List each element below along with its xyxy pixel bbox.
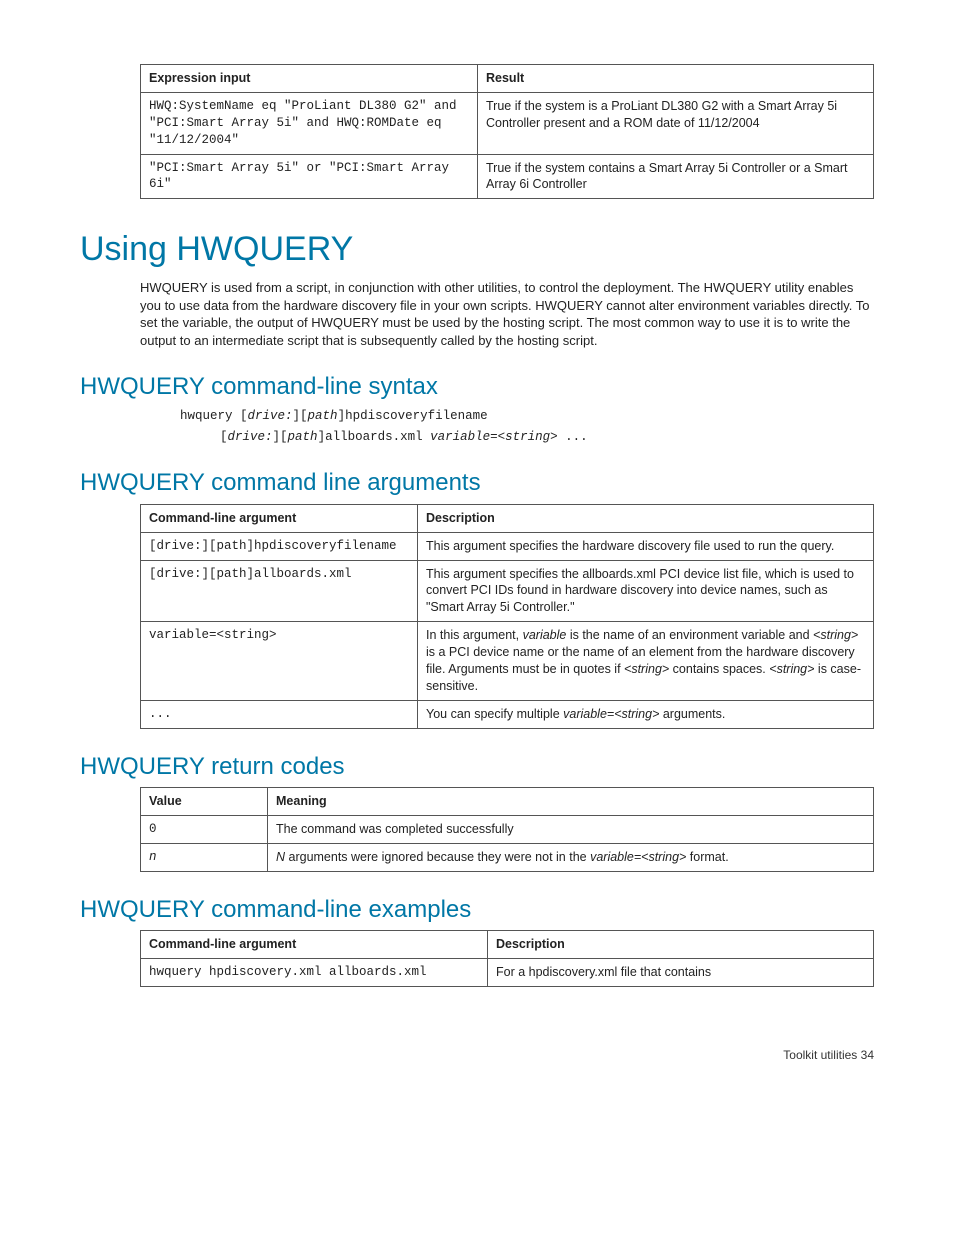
th-value: Value [141, 788, 268, 816]
expr-input: HWQ:SystemName eq "ProLiant DL380 G2" an… [141, 92, 478, 154]
heading-examples: HWQUERY command-line examples [80, 894, 874, 926]
page-footer: Toolkit utilities 34 [80, 1047, 874, 1063]
syntax-line-1: hwquery [drive:][path]hpdiscoveryfilenam… [180, 408, 874, 425]
intro-paragraph: HWQUERY is used from a script, in conjun… [140, 279, 874, 349]
heading-args: HWQUERY command line arguments [80, 467, 874, 499]
arg-desc: In this argument, variable is the name o… [418, 622, 874, 701]
table-row: [drive:][path]hpdiscoveryfilename This a… [141, 532, 874, 560]
table-row: "PCI:Smart Array 5i" or "PCI:Smart Array… [141, 154, 874, 199]
expr-result: True if the system is a ProLiant DL380 G… [478, 92, 874, 154]
return-codes-table: Value Meaning 0 The command was complete… [140, 787, 874, 872]
th-meaning: Meaning [268, 788, 874, 816]
th-arg: Command-line argument [141, 504, 418, 532]
heading-using-hwquery: Using HWQUERY [80, 227, 874, 273]
table-row: hwquery hpdiscovery.xml allboards.xml Fo… [141, 958, 874, 986]
expressions-table: Expression input Result HWQ:SystemName e… [140, 64, 874, 199]
heading-syntax: HWQUERY command-line syntax [80, 371, 874, 403]
th-ex-arg: Command-line argument [141, 931, 488, 959]
return-value: 0 [141, 815, 268, 843]
arg-name: variable=<string> [141, 622, 418, 701]
return-value: n [141, 843, 268, 871]
table-row: ... You can specify multiple variable=<s… [141, 700, 874, 728]
th-desc: Description [418, 504, 874, 532]
arg-name: [drive:][path]hpdiscoveryfilename [141, 532, 418, 560]
return-meaning: N arguments were ignored because they we… [268, 843, 874, 871]
syntax-line-2: [drive:][path]allboards.xml variable=<st… [220, 429, 874, 446]
arg-desc: You can specify multiple variable=<strin… [418, 700, 874, 728]
arguments-table: Command-line argument Description [drive… [140, 504, 874, 729]
arg-name: ... [141, 700, 418, 728]
return-meaning: The command was completed successfully [268, 815, 874, 843]
arg-desc: This argument specifies the hardware dis… [418, 532, 874, 560]
table-row: HWQ:SystemName eq "ProLiant DL380 G2" an… [141, 92, 874, 154]
expr-input: "PCI:Smart Array 5i" or "PCI:Smart Array… [141, 154, 478, 199]
examples-table: Command-line argument Description hwquer… [140, 930, 874, 987]
ex-arg: hwquery hpdiscovery.xml allboards.xml [141, 958, 488, 986]
table-row: n N arguments were ignored because they … [141, 843, 874, 871]
expr-result: True if the system contains a Smart Arra… [478, 154, 874, 199]
th-expr-input: Expression input [141, 65, 478, 93]
heading-return-codes: HWQUERY return codes [80, 751, 874, 783]
table-row: 0 The command was completed successfully [141, 815, 874, 843]
arg-name: [drive:][path]allboards.xml [141, 560, 418, 622]
th-ex-desc: Description [488, 931, 874, 959]
arg-desc: This argument specifies the allboards.xm… [418, 560, 874, 622]
th-expr-result: Result [478, 65, 874, 93]
table-row: variable=<string> In this argument, vari… [141, 622, 874, 701]
table-row: [drive:][path]allboards.xml This argumen… [141, 560, 874, 622]
ex-desc: For a hpdiscovery.xml file that contains [488, 958, 874, 986]
